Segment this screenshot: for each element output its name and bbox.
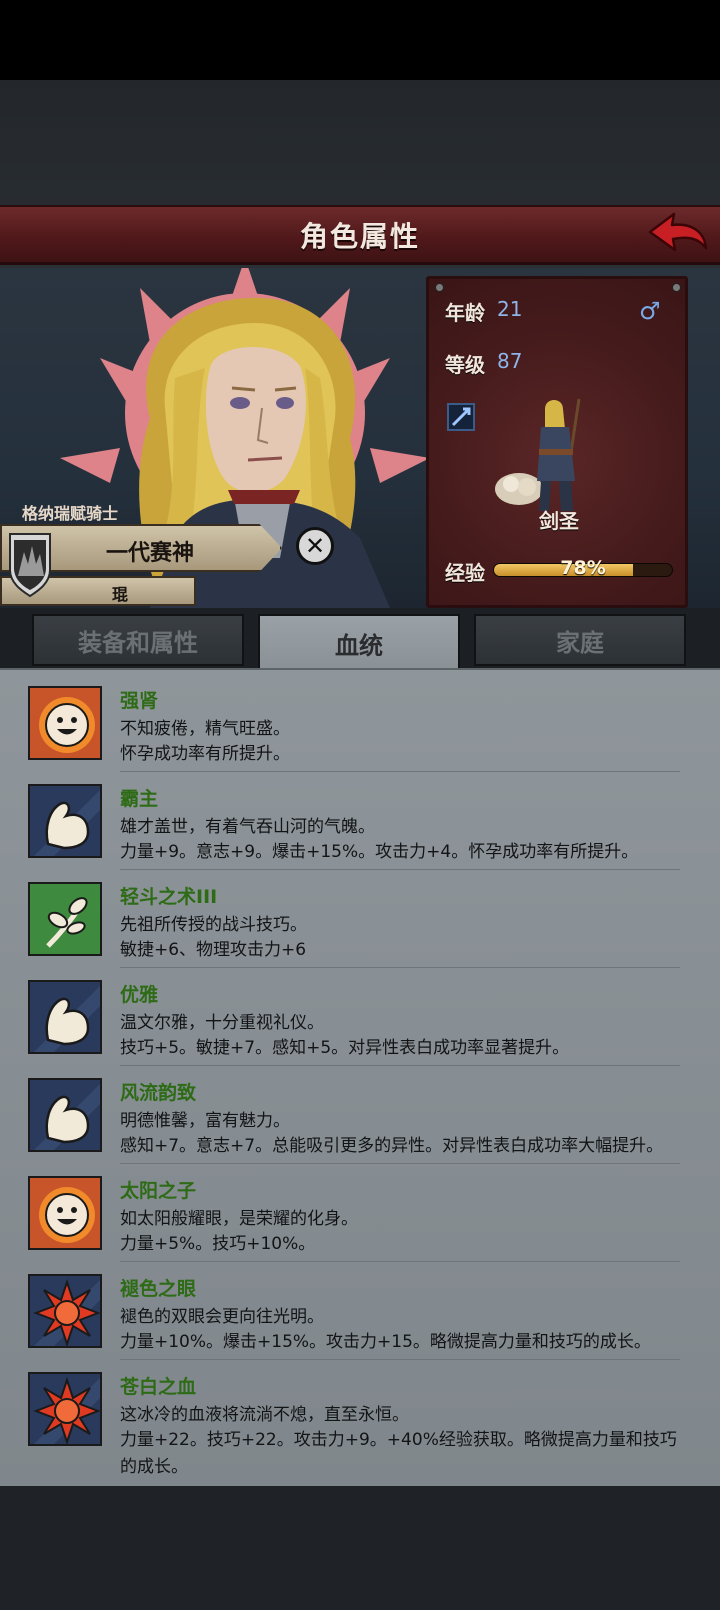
divider xyxy=(120,1065,680,1066)
trait-description: 明德惟馨，富有魅力。 xyxy=(120,1111,290,1131)
trait-name: 霸主 xyxy=(120,788,159,810)
trait-list xyxy=(0,668,720,1486)
trait-effect: 力量+5%。技巧+10%。 xyxy=(120,1234,316,1254)
trait-description: 如太阳般耀眼，是荣耀的化身。 xyxy=(120,1209,358,1229)
class-name: 剑圣 xyxy=(539,509,579,533)
age-label: 年龄 xyxy=(445,301,485,325)
divider xyxy=(120,1163,680,1164)
divider xyxy=(120,771,680,772)
trait-effect: 感知+7。意志+7。总能吸引更多的异性。对异性表白成功率大幅提升。 xyxy=(120,1136,664,1156)
flexed-arm-icon xyxy=(28,1078,102,1152)
level-value: 87 xyxy=(497,349,523,373)
character-name: 一代赛神 xyxy=(105,541,194,566)
pin-icon xyxy=(435,283,444,292)
exp-label: 经验 xyxy=(445,561,485,585)
trait-effect: 力量+10%。爆击+15%。攻击力+15。略微提高力量和技巧的成长。 xyxy=(120,1332,651,1352)
trait-effect: 力量+22。技巧+22。攻击力+9。+40%经验获取。略微提高力量和技巧的成长。 xyxy=(120,1430,677,1477)
character-sprite xyxy=(495,398,581,511)
exp-percent: 78% xyxy=(560,557,606,579)
back-button[interactable] xyxy=(646,208,710,260)
close-icon: ✕ xyxy=(304,532,326,560)
red-burst-icon xyxy=(28,1274,102,1348)
age-value: 21 xyxy=(497,297,523,321)
male-gender-icon: ♂ xyxy=(639,297,661,325)
trait-effect: 怀孕成功率有所提升。 xyxy=(120,744,290,764)
tab-family[interactable]: 家庭 xyxy=(474,614,686,666)
trait-description: 褪色的双眼会更向往光明。 xyxy=(120,1307,324,1327)
divider xyxy=(120,869,680,870)
sprout-icon xyxy=(28,882,102,956)
tab-bloodline[interactable]: 血统 xyxy=(258,614,460,670)
spear-weapon-icon[interactable] xyxy=(447,403,475,431)
sun-face-icon xyxy=(28,686,102,760)
trait-name: 太阳之子 xyxy=(120,1180,197,1202)
trait-effect: 力量+9。意志+9。爆击+15%。攻击力+4。怀孕成功率有所提升。 xyxy=(120,842,639,862)
page-title: 角色属性 xyxy=(299,220,420,253)
character-subname: 琨 xyxy=(111,585,128,604)
shield-crest-icon xyxy=(9,533,51,598)
trait-effect: 技巧+5。敏捷+7。感知+5。对异性表白成功率显著提升。 xyxy=(120,1038,570,1058)
divider xyxy=(120,967,680,968)
trait-description: 雄才盖世，有着气吞山河的气魄。 xyxy=(120,817,375,837)
trait-description: 温文尔雅，十分重视礼仪。 xyxy=(120,1013,324,1033)
close-button[interactable]: ✕ xyxy=(296,527,334,565)
trait-description: 先祖所传授的战斗技巧。 xyxy=(120,915,307,935)
character-title: 格纳瑞赋骑士 xyxy=(22,504,119,523)
trait-name: 苍白之血 xyxy=(120,1376,197,1398)
sun-face-icon xyxy=(28,1176,102,1250)
status-bar-area xyxy=(0,0,720,80)
pin-icon xyxy=(672,283,681,292)
trait-description: 这冰冷的血液将流淌不熄，直至永恒。 xyxy=(120,1405,409,1425)
trait-name: 强肾 xyxy=(120,690,159,712)
trait-name: 风流韵致 xyxy=(120,1082,197,1104)
trait-description: 不知疲倦，精气旺盛。 xyxy=(120,719,290,739)
trait-name: 优雅 xyxy=(120,984,159,1006)
stats-card: 年龄 21 ♂ 等级 87 剑圣 经验 78% xyxy=(426,276,688,608)
divider xyxy=(120,1261,680,1262)
bottom-area xyxy=(0,1486,720,1610)
level-label: 等级 xyxy=(445,353,485,377)
trait-name: 轻斗之术III xyxy=(120,886,218,908)
back-arrow-icon xyxy=(648,212,708,252)
flexed-arm-icon xyxy=(28,784,102,858)
tab-equipment[interactable]: 装备和属性 xyxy=(32,614,244,666)
trait-effect: 敏捷+6、物理攻击力+6 xyxy=(120,940,307,960)
flexed-arm-icon xyxy=(28,980,102,1054)
trait-name: 褪色之眼 xyxy=(120,1278,197,1300)
red-burst-icon xyxy=(28,1372,102,1446)
divider xyxy=(120,1359,680,1360)
